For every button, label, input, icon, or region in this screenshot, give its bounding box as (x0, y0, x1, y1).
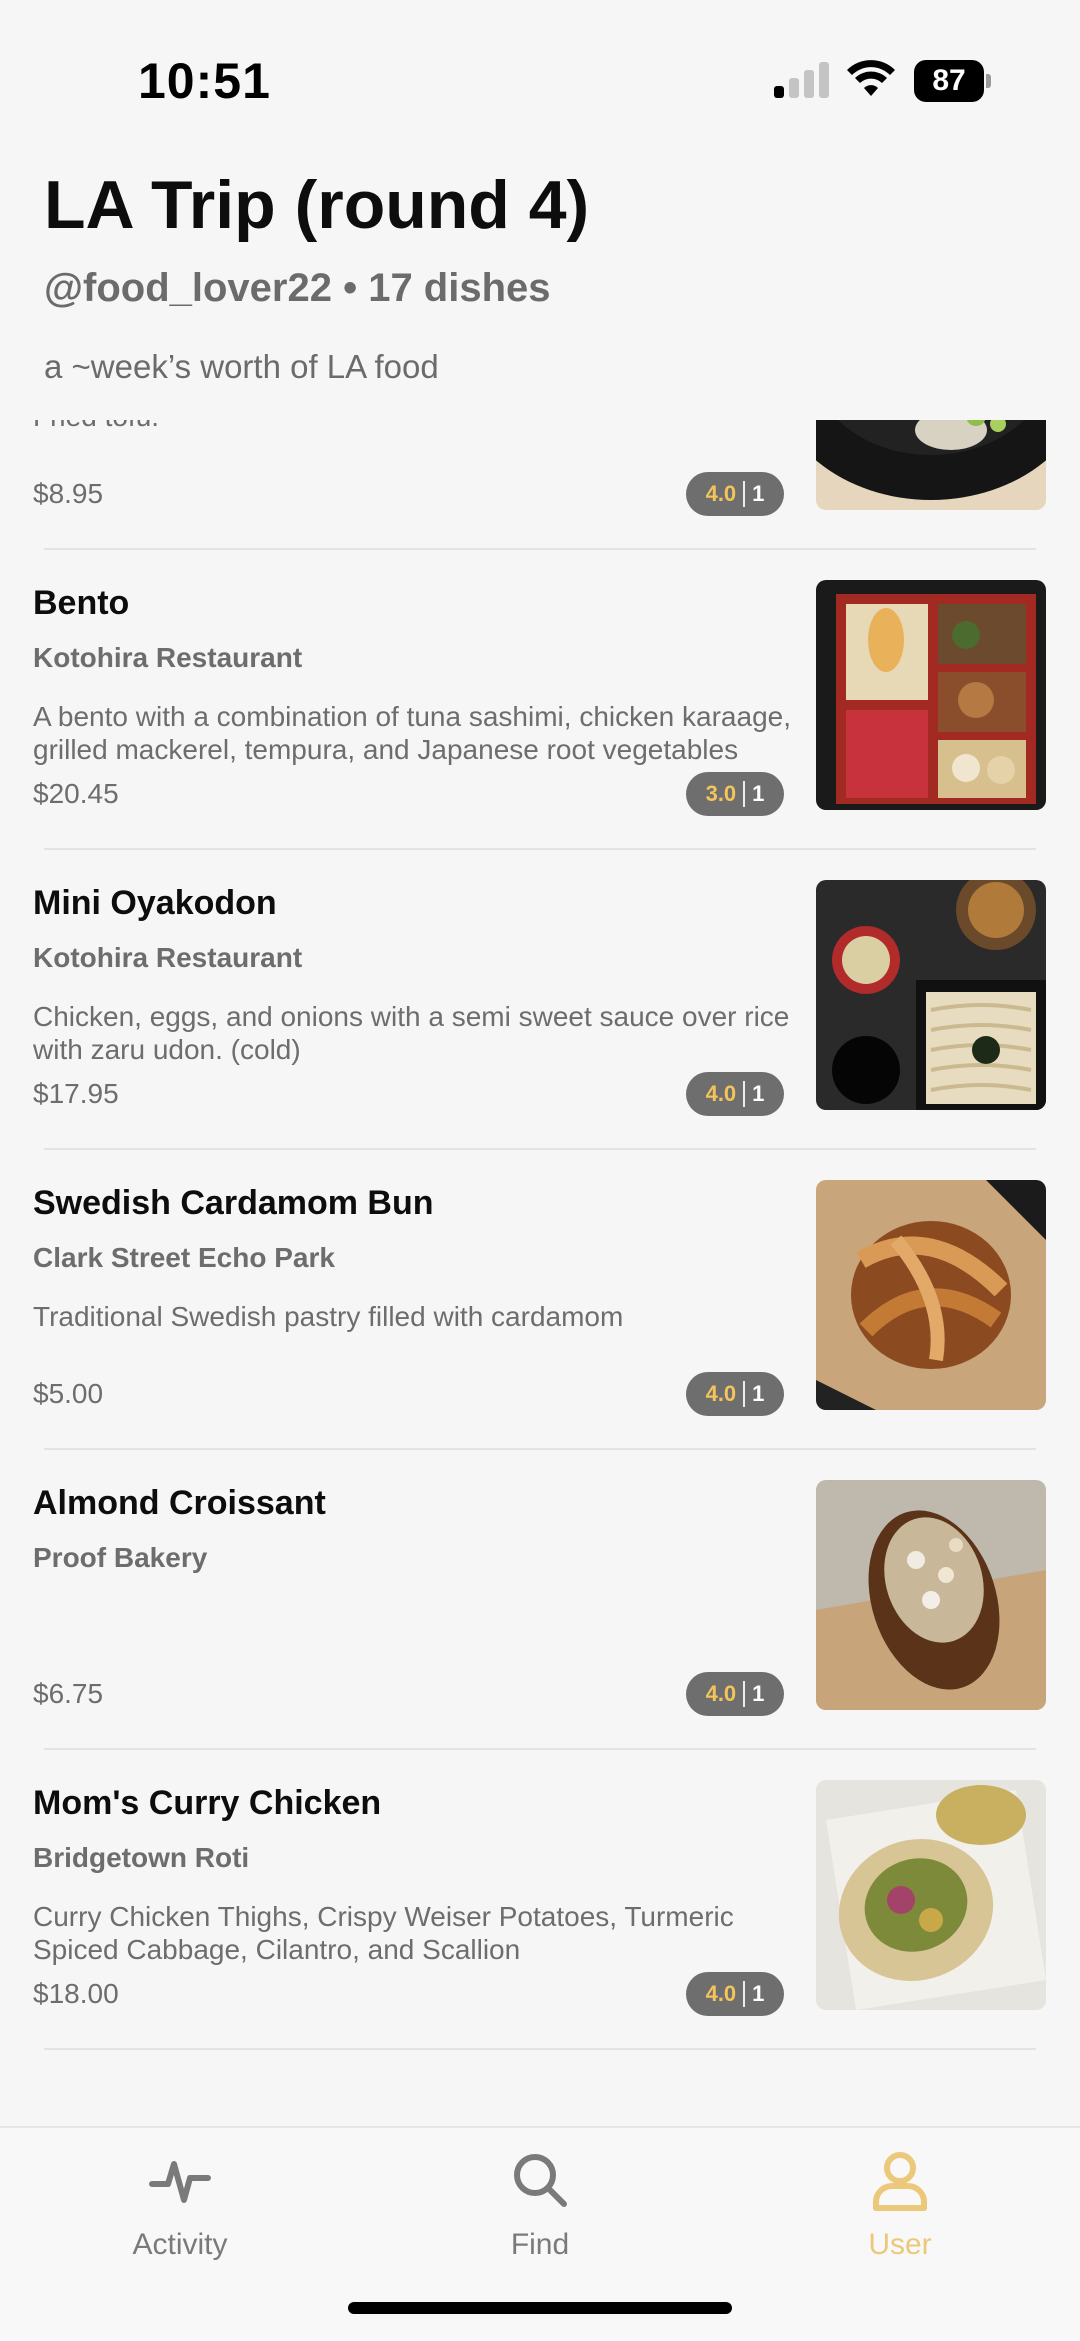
tofu-photo[interactable] (816, 420, 1046, 510)
tab-label: Activity (132, 2228, 228, 2261)
rating-count: 1 (752, 1381, 765, 1406)
dish-description: Curry Chicken Thighs, Crispy Weiser Pota… (33, 1901, 734, 1965)
rating-count: 1 (752, 1681, 765, 1706)
dish-price: $20.45 (33, 778, 119, 809)
list-author-and-count[interactable]: @food_lover22 • 17 dishes (44, 266, 551, 311)
dish-price: $17.95 (33, 1078, 119, 1109)
tab-label: Find (510, 2228, 570, 2261)
list-description: a ~week’s worth of LA food (44, 348, 439, 385)
roti-photo[interactable] (816, 1780, 1046, 2010)
rating-badge: 4.0 1 (686, 472, 784, 516)
activity-icon (149, 2161, 211, 2203)
rating-badge: 3.0 1 (686, 772, 784, 816)
search-icon (514, 2154, 567, 2207)
dish-name: Swedish Cardamom Bun (33, 1184, 434, 1222)
status-bar: 10:51 87 (0, 0, 1080, 150)
home-indicator (348, 2302, 732, 2314)
restaurant-name: Clark Street Echo Park (33, 1242, 335, 1273)
wifi-icon (847, 60, 895, 96)
dish-item[interactable]: Almond Croissant Proof Bakery $6.75 4.0 1 (0, 1450, 1080, 1750)
rating-score: 4.0 (705, 481, 737, 506)
cardamom-bun-photo[interactable] (816, 1180, 1046, 1410)
battery-level: 87 (914, 60, 984, 102)
dish-description: Fried tofu. (33, 420, 793, 433)
status-time: 10:51 (138, 53, 271, 109)
dish-item[interactable]: Mini Oyakodon Kotohira Restaurant Chicke… (0, 850, 1080, 1150)
dish-price: $6.75 (33, 1678, 104, 1709)
dish-name: Bento (33, 584, 130, 622)
dish-description: A bento with a combination of tuna sashi… (33, 701, 791, 765)
rating-score: 4.0 (705, 1981, 737, 2006)
dish-description: Chicken, eggs, and onions with a semi sw… (33, 1001, 790, 1065)
rating-score: 4.0 (705, 1381, 737, 1406)
cellular-signal-icon (774, 62, 830, 98)
dish-item[interactable]: Mom's Curry Chicken Bridgetown Roti Curr… (0, 1750, 1080, 2050)
rating-badge: 4.0 1 (686, 1972, 784, 2016)
bento-photo[interactable] (816, 580, 1046, 810)
restaurant-name: Kotohira Restaurant (33, 642, 303, 673)
rating-badge: 4.0 1 (686, 1372, 784, 1416)
dish-name: Almond Croissant (33, 1484, 326, 1522)
dish-name: Mini Oyakodon (33, 884, 277, 922)
dish-item[interactable]: Fried tofu. $8.95 4.01 (0, 420, 1080, 550)
restaurant-name: Proof Bakery (33, 1542, 208, 1573)
dish-name: Mom's Curry Chicken (33, 1784, 382, 1822)
oyakodon-photo[interactable] (816, 880, 1046, 1110)
restaurant-name: Bridgetown Roti (33, 1842, 250, 1873)
page-title: LA Trip (round 4) (44, 167, 590, 243)
tab-activity[interactable]: Activity (60, 2148, 300, 2298)
rating-count: 1 (752, 481, 765, 506)
rating-count: 1 (752, 1981, 765, 2006)
dish-price: $18.00 (33, 1978, 119, 2009)
tab-find[interactable]: Find (420, 2148, 660, 2298)
restaurant-name: Kotohira Restaurant (33, 942, 303, 973)
dish-price: $5.00 (33, 1378, 104, 1409)
dish-price: $8.95 (33, 478, 104, 509)
dish-description: Traditional Swedish pastry filled with c… (33, 1301, 624, 1332)
tab-label: User (868, 2228, 932, 2261)
battery-icon: 87 (914, 60, 991, 102)
dish-list[interactable]: Fried tofu. $8.95 4.01 Bento Kotohira Re… (0, 420, 1080, 2126)
rating-score: 3.0 (705, 781, 737, 806)
tab-user[interactable]: User (780, 2148, 1020, 2298)
user-icon (873, 2152, 927, 2211)
rating-badge: 4.0 1 (686, 1672, 784, 1716)
rating-badge: 4.0 1 (686, 1072, 784, 1116)
dish-item[interactable]: Swedish Cardamom Bun Clark Street Echo P… (0, 1150, 1080, 1450)
rating-score: 4.0 (705, 1681, 737, 1706)
rating-score: 4.0 (705, 1081, 737, 1106)
dish-item[interactable]: Bento Kotohira Restaurant A bento with a… (0, 550, 1080, 850)
croissant-photo[interactable] (816, 1480, 1046, 1710)
rating-count: 1 (752, 1081, 765, 1106)
rating-count: 1 (752, 781, 765, 806)
